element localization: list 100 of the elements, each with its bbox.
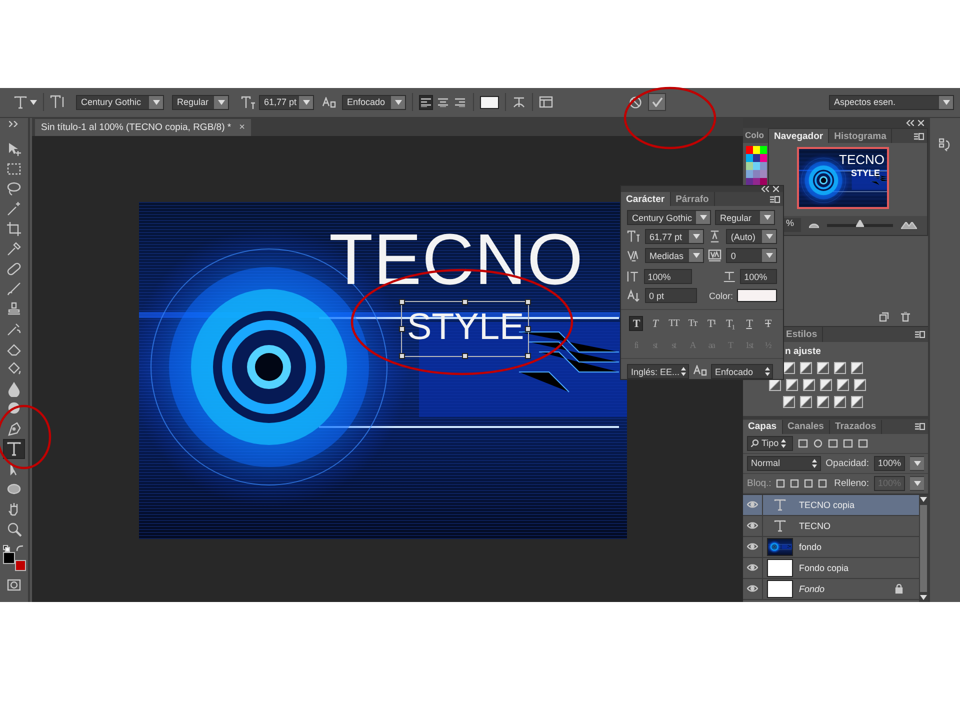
trash-icon[interactable] [901,312,910,322]
adjustment-icon[interactable] [800,362,812,374]
adjustment-icon[interactable] [820,378,832,391]
eye-icon[interactable] [747,564,758,572]
zoom-in-icon[interactable] [901,222,917,229]
blend-mode-dropdown[interactable]: Normal [747,456,821,471]
tracking-dropdown[interactable]: 0 [726,248,778,263]
swap-colors-icon[interactable] [16,544,24,552]
text-style-button[interactable]: T₁ [723,316,738,331]
filter-image-icon[interactable] [798,438,808,448]
layer-row[interactable]: Fondo [743,578,919,600]
text-color-swatch[interactable] [737,289,777,302]
adjustment-icon[interactable] [783,362,795,374]
text-color-swatch[interactable] [480,96,499,109]
close-tab-button[interactable]: × [239,122,245,133]
close-icon[interactable] [918,120,924,126]
panel-tab[interactable]: Canales [782,420,830,434]
adjustment-icon[interactable] [834,362,846,374]
panel-tab[interactable]: Navegador [769,129,830,144]
collapse-icon[interactable] [761,186,769,192]
lock-lock-icon[interactable] [818,478,828,488]
horizontal-scale-field[interactable]: 100% [740,269,777,284]
text-style-button[interactable]: Tт [686,316,700,331]
panels-icon[interactable] [539,96,553,108]
adjustment-icon[interactable] [786,378,798,391]
antialias-dropdown[interactable]: Enfocado [342,94,406,110]
baseline-shift-field[interactable]: 0 pt [645,288,697,303]
adjustment-icon[interactable] [817,362,829,374]
filter-type-icon[interactable] [828,438,838,448]
zoom-out-icon[interactable] [809,222,819,228]
collapse-icon[interactable] [9,120,19,127]
leading-dropdown[interactable]: (Auto) [726,229,778,244]
lock-brush-icon[interactable] [790,478,800,488]
panel-menu-icon[interactable] [915,422,925,430]
cancel-icon[interactable] [629,96,642,109]
type-tool[interactable] [3,438,25,459]
transform-box[interactable]: STYLE [401,300,529,357]
font-style-dropdown[interactable]: Regular [172,94,229,110]
adjustment-icon[interactable] [803,378,815,391]
kerning-dropdown[interactable]: Medidas [644,248,704,263]
filter-circle-icon[interactable] [813,438,823,448]
adjustment-icon[interactable] [851,396,863,408]
font-size-dropdown[interactable]: 61,77 pt [259,94,314,110]
adjustment-icon[interactable] [817,396,829,408]
new-swatch-icon[interactable] [879,312,889,322]
text-style-button[interactable]: T [629,316,643,331]
vertical-type-icon[interactable] [50,95,66,110]
antialias-dropdown[interactable]: Enfocado [711,364,773,379]
panel-tab[interactable]: Capas [743,420,783,434]
layer-row[interactable]: TECNO copia [743,494,919,516]
warp-text-icon[interactable] [512,95,526,110]
font-size-dropdown[interactable]: 61,77 pt [644,229,704,244]
adjustment-icon[interactable] [854,378,866,391]
font-style-dropdown[interactable]: Regular [715,210,775,225]
text-style-button[interactable]: T [760,316,775,331]
zoom-slider-thumb[interactable] [856,218,864,226]
eye-icon[interactable] [747,585,758,592]
font-family-dropdown[interactable]: Century Gothic [627,210,711,225]
lock-move-icon[interactable] [804,478,814,488]
layer-row[interactable]: fondo [743,536,919,558]
navigator-preview[interactable]: TECNO STYLE [797,147,889,209]
color-swatch[interactable] [760,146,767,154]
font-family-dropdown[interactable]: Century Gothic [76,94,164,110]
filter-shape-icon[interactable] [843,438,853,448]
type-tool-icon[interactable] [14,96,27,109]
foreground-color-swatch[interactable] [3,552,15,564]
layer-row[interactable]: TECNO [743,516,919,537]
close-icon[interactable] [773,186,779,192]
panel-menu-icon[interactable] [914,132,924,140]
adjustment-icon[interactable] [834,396,846,408]
lock-checker-icon[interactable] [776,478,786,488]
layer-filter-dropdown[interactable]: Tipo [747,436,793,451]
collapse-icon[interactable] [906,120,914,126]
color-swatch[interactable] [746,146,753,154]
adjustment-icon[interactable] [783,396,795,408]
panel-menu-icon[interactable] [770,196,780,202]
commit-button[interactable] [648,93,666,112]
history-panel-icon[interactable] [939,138,951,152]
panel-tab[interactable]: Carácter [621,192,671,206]
opacity-field[interactable]: 100% [874,456,905,471]
panel-tab[interactable]: Trazados [830,420,882,434]
panel-tab[interactable]: Párrafo [670,192,715,206]
text-style-button[interactable]: T¹ [704,316,718,331]
document-tab[interactable]: Sin título-1 al 100% (TECNO copia, RGB/8) * × [35,118,251,136]
adjustment-icon[interactable] [851,362,863,374]
color-swatch[interactable] [753,146,760,154]
align-button[interactable] [419,94,433,110]
eye-icon[interactable] [747,543,758,550]
quick-mask-icon[interactable] [7,578,21,591]
text-style-button[interactable]: TT [666,316,681,331]
filter-smart-icon[interactable] [858,438,868,448]
language-dropdown[interactable]: Inglés: EE... [627,364,689,379]
scrollbar[interactable] [919,494,928,602]
panel-menu-icon[interactable] [915,330,925,338]
adjustment-icon[interactable] [800,396,812,408]
eye-icon[interactable] [747,501,758,508]
default-colors-icon[interactable] [3,544,10,552]
text-style-button[interactable]: T [648,316,662,331]
layer-row[interactable]: Fondo copia [743,558,919,579]
workspace-dropdown[interactable]: Aspectos esen. [829,94,954,110]
